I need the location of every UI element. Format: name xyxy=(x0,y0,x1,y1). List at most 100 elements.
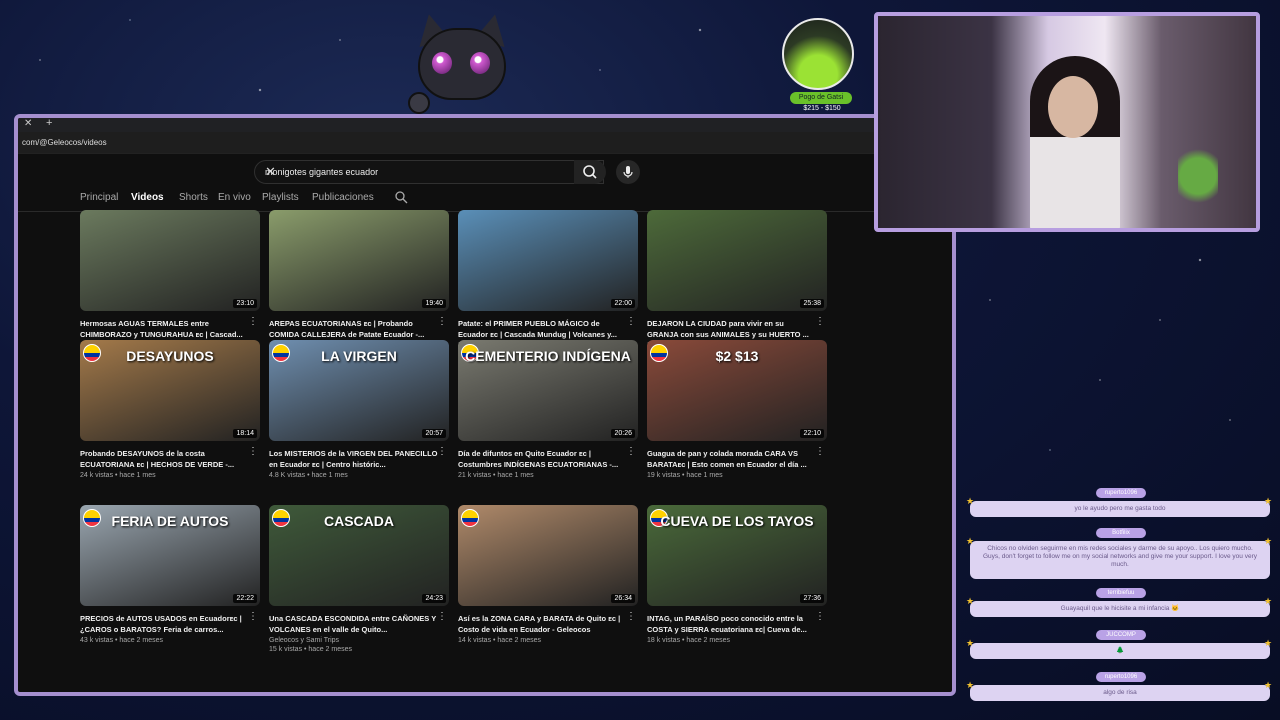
clear-search-icon[interactable]: ✕ xyxy=(265,164,595,180)
star-icon: ★ xyxy=(966,680,975,690)
video-title[interactable]: Probando DESAYUNOS de la costa ECUATORIA… xyxy=(80,448,250,470)
video-card[interactable]: DESAYUNOS 18:14 Probando DESAYUNOS de la c… xyxy=(80,340,260,479)
more-options-icon[interactable]: ⋮ xyxy=(815,446,825,457)
chat-username: JUCCOMP xyxy=(1096,630,1146,640)
chat-username: Botfilix xyxy=(1096,528,1146,538)
tab-en-vivo[interactable]: En vivo xyxy=(218,192,251,203)
more-options-icon[interactable]: ⋮ xyxy=(437,316,447,327)
star-icon: ★ xyxy=(966,496,975,506)
video-card[interactable]: 22:00 Patate: el PRIMER PUEBLO MÁGICO de … xyxy=(458,210,638,349)
more-options-icon[interactable]: ⋮ xyxy=(248,316,258,327)
cat-mascot xyxy=(408,11,516,114)
video-card[interactable]: 25:38 DEJARON LA CIUDAD para vivir en su … xyxy=(647,210,827,349)
video-card[interactable]: 23:10 Hermosas AGUAS TERMALES entre CHIMB… xyxy=(80,210,260,349)
video-thumbnail[interactable]: 19:40 xyxy=(269,210,449,311)
star-icon: ★ xyxy=(966,638,975,648)
thumbnail-caption: LA VIRGEN xyxy=(321,348,397,364)
microphone-icon xyxy=(623,166,633,178)
video-thumbnail[interactable]: CUEVA DE LOS TAYOS 27:36 xyxy=(647,505,827,606)
video-thumbnail[interactable]: $2 $13 22:10 xyxy=(647,340,827,441)
video-title[interactable]: INTAG, un PARAÍSO poco conocido entre la… xyxy=(647,613,817,635)
star-icon: ★ xyxy=(1264,638,1273,648)
frog-goal-widget: Pogo de Gatsi $215 - $150 xyxy=(776,8,860,116)
video-duration: 24:23 xyxy=(422,594,446,603)
more-options-icon[interactable]: ⋮ xyxy=(626,611,636,622)
webcam-feed xyxy=(874,12,1260,232)
tab-shorts[interactable]: Shorts xyxy=(179,192,208,203)
star-icon: ★ xyxy=(1264,596,1273,606)
video-title[interactable]: Hermosas AGUAS TERMALES entre CHIMBORAZO… xyxy=(80,318,250,340)
video-title[interactable]: PRECIOS de AUTOS USADOS en Ecuadorᴇᴄ | ¿… xyxy=(80,613,250,635)
video-meta-views: 15 k vistas • hace 2 meses xyxy=(269,646,352,653)
tab-videos[interactable]: Videos xyxy=(131,192,164,203)
video-card[interactable]: CEMENTERIO INDÍGENA 20:26 Día de difuntos … xyxy=(458,340,638,479)
tab-principal[interactable]: Principal xyxy=(80,192,118,203)
channel-search-icon[interactable] xyxy=(394,190,408,204)
video-thumbnail[interactable]: CASCADA 24:23 xyxy=(269,505,449,606)
video-card[interactable]: $2 $13 22:10 Guagua de pan y colada morada… xyxy=(647,340,827,479)
video-thumbnail[interactable]: FERIA DE AUTOS 22:22 xyxy=(80,505,260,606)
video-card[interactable]: 26:34 Así es la ZONA CARA y BARATA de Qui… xyxy=(458,505,638,644)
video-meta: 18 k vistas • hace 2 meses xyxy=(647,637,730,644)
video-card[interactable]: LA VIRGEN 20:57 Los MISTERIOS de la VIRGEN… xyxy=(269,340,449,479)
more-options-icon[interactable]: ⋮ xyxy=(248,446,258,457)
video-card[interactable]: CUEVA DE LOS TAYOS 27:36 INTAG, un PARAÍSO… xyxy=(647,505,827,644)
video-duration: 20:57 xyxy=(422,429,446,438)
video-duration: 27:36 xyxy=(800,594,824,603)
video-title[interactable]: Guagua de pan y colada morada CARA VS BA… xyxy=(647,448,817,470)
goal-price: $215 - $150 xyxy=(803,105,841,112)
search-button[interactable] xyxy=(574,160,606,184)
video-title[interactable]: DEJARON LA CIUDAD para vivir en su GRANJ… xyxy=(647,318,817,340)
tab-publicaciones[interactable]: Publicaciones xyxy=(312,192,374,203)
video-card[interactable]: 19:40 AREPAS ECUATORIANAS ᴇᴄ | Probando C… xyxy=(269,210,449,349)
video-meta: 24 k vistas • hace 1 mes xyxy=(80,472,156,479)
video-meta: 43 k vistas • hace 2 meses xyxy=(80,637,163,644)
more-options-icon[interactable]: ⋮ xyxy=(626,446,636,457)
tab-bar: ✕ + xyxy=(18,118,952,132)
new-tab-icon[interactable]: + xyxy=(46,118,52,129)
video-title[interactable]: Patate: el PRIMER PUEBLO MÁGICO de Ecuad… xyxy=(458,318,628,340)
video-duration: 20:26 xyxy=(611,429,635,438)
video-card[interactable]: CASCADA 24:23 Una CASCADA ESCONDIDA entre … xyxy=(269,505,449,653)
paw-icon xyxy=(408,92,430,114)
video-thumbnail[interactable]: 22:00 xyxy=(458,210,638,311)
ecuador-flag-icon xyxy=(461,509,479,527)
browser-window: ✕ + com/@Geleocos/videos monigotes gigan… xyxy=(14,114,956,696)
more-options-icon[interactable]: ⋮ xyxy=(626,316,636,327)
more-options-icon[interactable]: ⋮ xyxy=(248,611,258,622)
video-title[interactable]: Día de difuntos en Quito Ecuador ᴇᴄ | Co… xyxy=(458,448,628,470)
address-bar[interactable]: com/@Geleocos/videos xyxy=(18,132,952,154)
tab-playlists[interactable]: Playlists xyxy=(262,192,299,203)
video-duration: 18:14 xyxy=(233,429,257,438)
search-input[interactable]: monigotes gigantes ecuador ✕ xyxy=(254,160,604,184)
video-meta: 19 k vistas • hace 1 mes xyxy=(647,472,723,479)
video-title[interactable]: Una CASCADA ESCONDIDA entre CAÑONES Y VO… xyxy=(269,613,439,635)
thumbnail-caption: FERIA DE AUTOS xyxy=(111,513,229,529)
close-tab-icon[interactable]: ✕ xyxy=(24,118,32,129)
chat-text: 🌲 xyxy=(970,643,1270,659)
chat-username: terribiefuu xyxy=(1096,588,1146,598)
video-duration: 22:22 xyxy=(233,594,257,603)
url-text: com/@Geleocos/videos xyxy=(22,138,107,147)
star-icon: ★ xyxy=(1264,680,1273,690)
video-title[interactable]: Así es la ZONA CARA y BARATA de Quito ᴇᴄ… xyxy=(458,613,628,635)
more-options-icon[interactable]: ⋮ xyxy=(815,611,825,622)
voice-search-button[interactable] xyxy=(616,160,640,184)
video-duration: 23:10 xyxy=(233,299,257,308)
more-options-icon[interactable]: ⋮ xyxy=(437,446,447,457)
thumbnail-caption: DESAYUNOS xyxy=(126,348,214,364)
video-thumbnail[interactable]: LA VIRGEN 20:57 xyxy=(269,340,449,441)
star-icon: ★ xyxy=(966,536,975,546)
more-options-icon[interactable]: ⋮ xyxy=(815,316,825,327)
video-thumbnail[interactable]: 26:34 xyxy=(458,505,638,606)
video-thumbnail[interactable]: 25:38 xyxy=(647,210,827,311)
video-thumbnail[interactable]: 23:10 xyxy=(80,210,260,311)
video-thumbnail[interactable]: CEMENTERIO INDÍGENA 20:26 xyxy=(458,340,638,441)
chat-username: ruperto1096 xyxy=(1096,672,1146,682)
more-options-icon[interactable]: ⋮ xyxy=(437,611,447,622)
video-thumbnail[interactable]: DESAYUNOS 18:14 xyxy=(80,340,260,441)
video-title[interactable]: AREPAS ECUATORIANAS ᴇᴄ | Probando COMIDA… xyxy=(269,318,439,340)
video-card[interactable]: FERIA DE AUTOS 22:22 PRECIOS de AUTOS USAD… xyxy=(80,505,260,644)
video-title[interactable]: Los MISTERIOS de la VIRGEN DEL PANECILLO… xyxy=(269,448,439,470)
star-icon: ★ xyxy=(1264,496,1273,506)
